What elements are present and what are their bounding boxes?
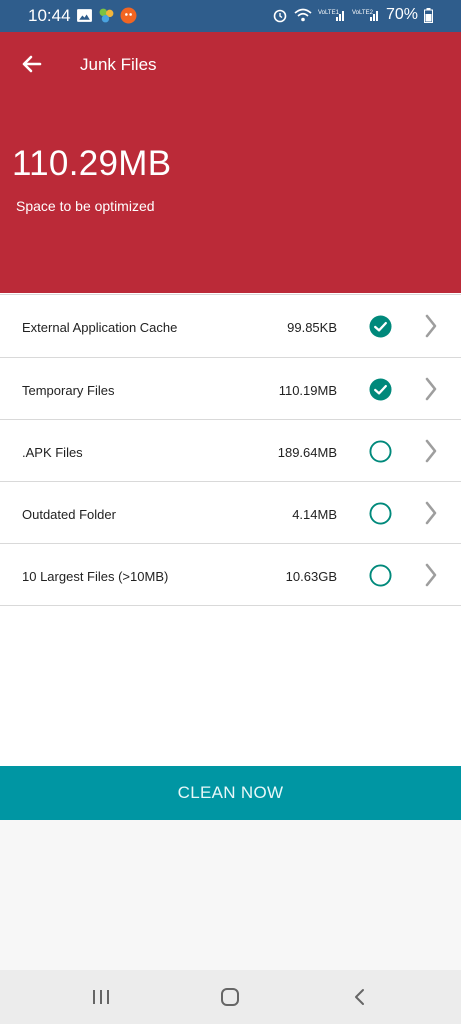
arrow-left-icon[interactable] (18, 50, 46, 78)
lte2-signal-icon: VoLTE2 (352, 10, 378, 21)
item-name: Temporary Files (22, 383, 115, 398)
app-notification-icon (99, 8, 114, 23)
list-item-largest-files[interactable]: 10 Largest Files (>10MB) 10.63GB (0, 544, 461, 606)
junk-category-list: External Application Cache 99.85KB Tempo… (0, 294, 461, 606)
item-name: 10 Largest Files (>10MB) (22, 569, 169, 584)
battery-icon (424, 7, 433, 23)
back-icon[interactable] (348, 987, 372, 1007)
chevron-right-icon (425, 314, 437, 338)
item-name: .APK Files (22, 445, 83, 460)
notification-icons (76, 7, 137, 24)
lte1-signal-icon: VoLTE1 (318, 10, 344, 21)
space-to-optimize-label: Space to be optimized (16, 198, 155, 214)
junk-files-header: Junk Files 110.29MB Space to be optimize… (0, 32, 461, 293)
svg-text:VoLTE1: VoLTE1 (318, 10, 340, 16)
checked-circle-icon[interactable] (369, 315, 392, 338)
chevron-right-icon (425, 563, 437, 587)
unchecked-circle-icon[interactable] (369, 440, 392, 463)
item-name: Outdated Folder (22, 507, 116, 522)
list-item-temporary-files[interactable]: Temporary Files 110.19MB (0, 358, 461, 420)
item-size: 4.14MB (292, 507, 337, 522)
item-size: 10.63GB (285, 569, 337, 584)
chevron-right-icon (425, 377, 437, 401)
space-to-optimize-value: 110.29MB (12, 144, 172, 183)
item-size: 189.64MB (277, 445, 337, 460)
list-item-outdated-folder[interactable]: Outdated Folder 4.14MB (0, 482, 461, 544)
item-size: 99.85KB (287, 320, 337, 335)
unchecked-circle-icon[interactable] (369, 564, 392, 587)
empty-area (0, 820, 461, 970)
page-title: Junk Files (80, 55, 157, 74)
item-name: External Application Cache (22, 320, 178, 335)
checked-circle-icon[interactable] (369, 378, 392, 401)
status-time: 10:44 (28, 6, 71, 25)
clean-now-button[interactable]: CLEAN NOW (0, 766, 461, 820)
chevron-right-icon (425, 439, 437, 463)
list-item-apk-files[interactable]: .APK Files 189.64MB (0, 420, 461, 482)
system-status: VoLTE1 VoLTE2 70% (272, 6, 433, 24)
battery-percentage: 70% (385, 6, 418, 23)
wifi-icon (294, 8, 312, 22)
home-icon[interactable] (218, 987, 242, 1007)
system-nav-bar (0, 970, 461, 1024)
chevron-right-icon (425, 501, 437, 525)
item-size: 110.19MB (278, 383, 337, 398)
status-bar: 10:44 VoLTE1 VoLTE2 70% (0, 0, 461, 32)
unchecked-circle-icon[interactable] (369, 502, 392, 525)
orange-app-notification-icon (120, 7, 137, 24)
recent-apps-icon[interactable] (89, 987, 113, 1007)
alarm-icon (273, 9, 287, 23)
list-item-external-app-cache[interactable]: External Application Cache 99.85KB (0, 295, 461, 358)
gallery-notification-icon (77, 9, 92, 22)
svg-text:VoLTE2: VoLTE2 (352, 10, 374, 16)
